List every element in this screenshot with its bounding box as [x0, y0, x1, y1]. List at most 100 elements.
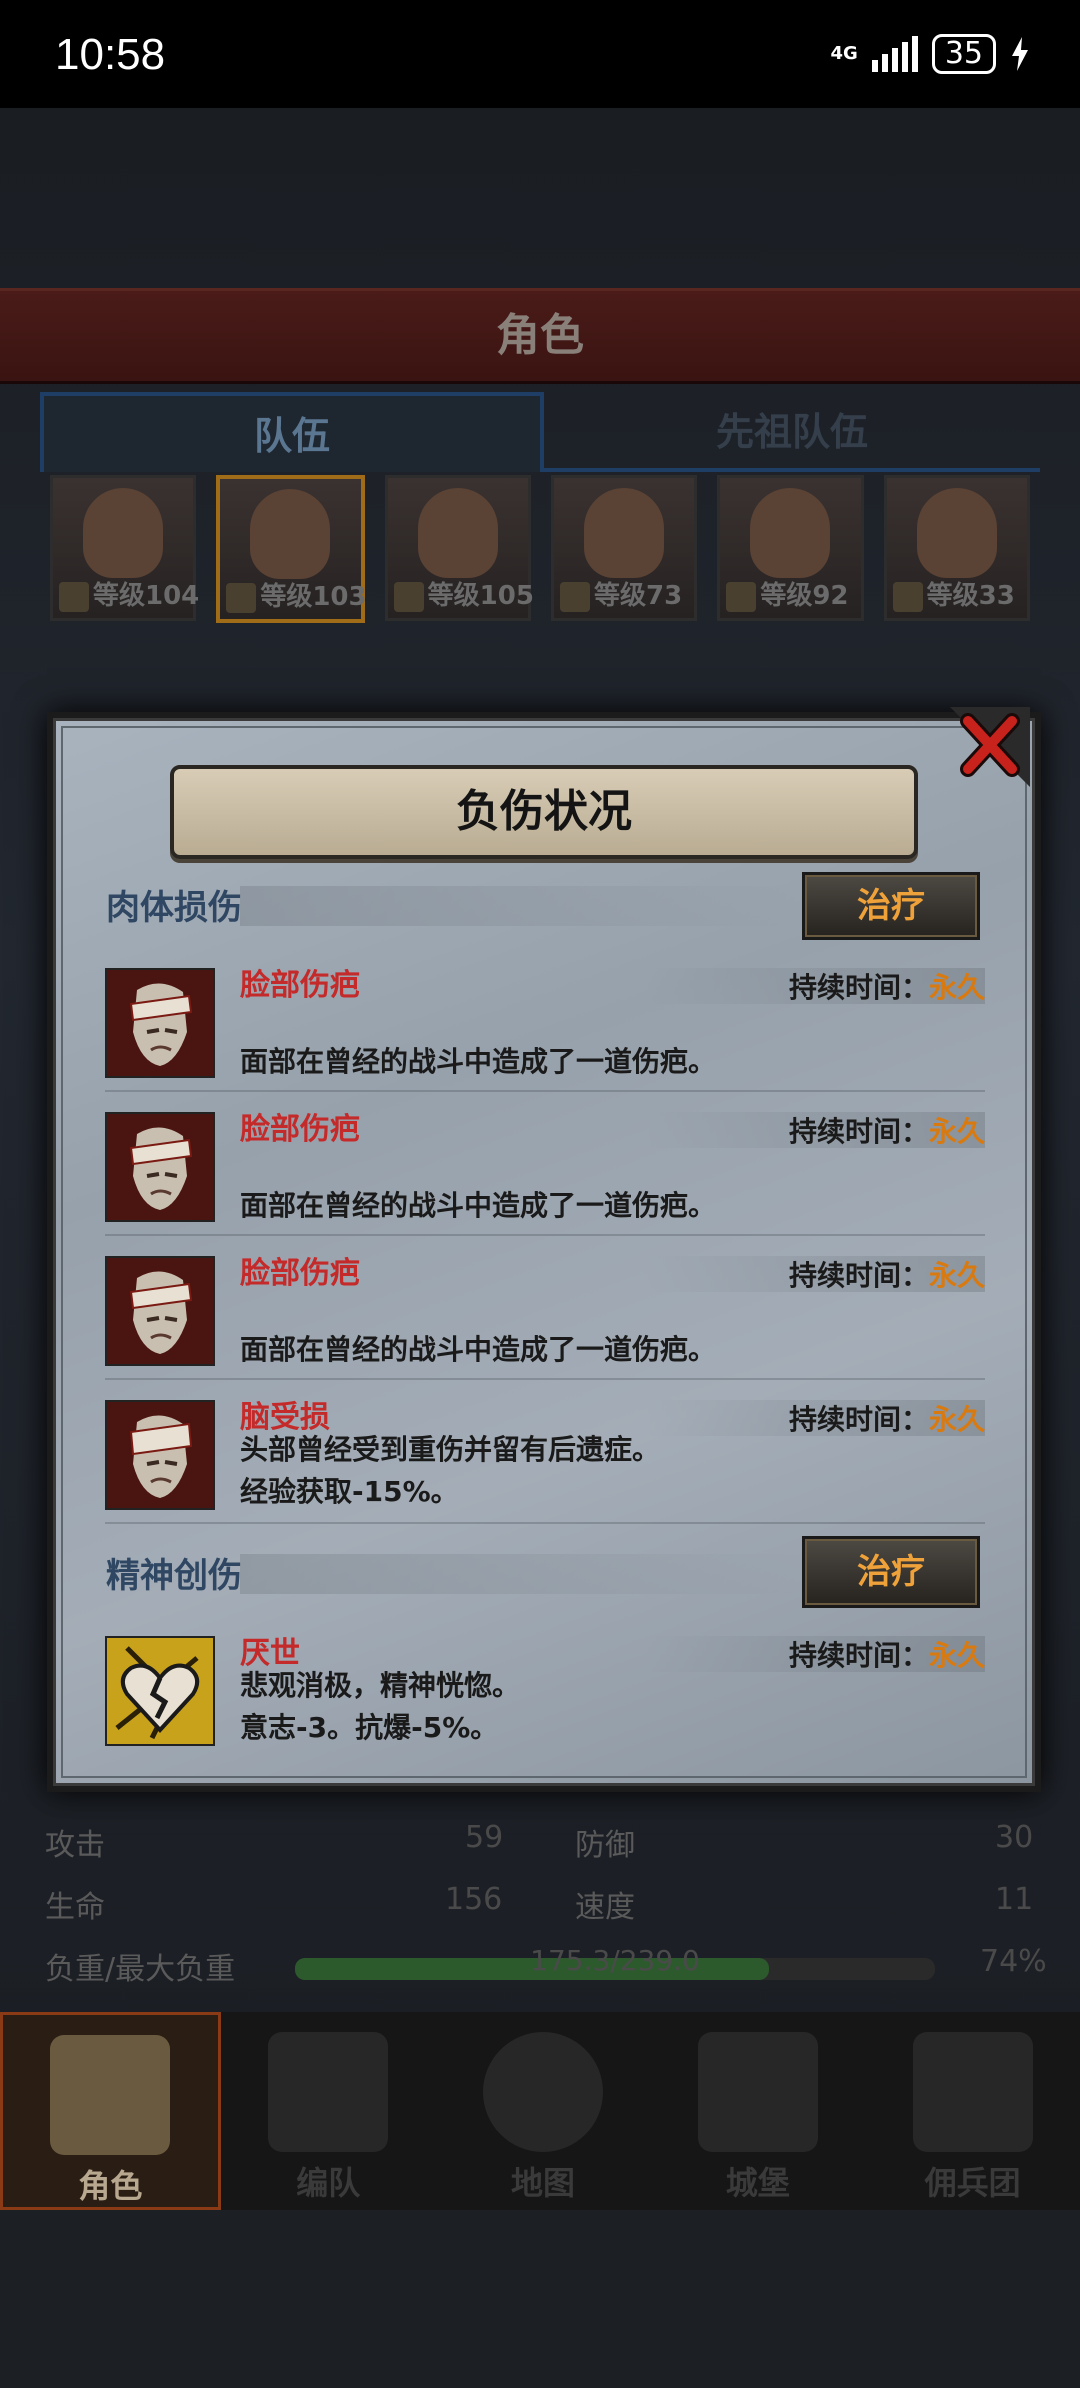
hp-label: 生命	[45, 1890, 105, 1925]
stat-row: 攻击 59 防御 30	[45, 1820, 1045, 1882]
nav-mercenary[interactable]: 佣兵团	[865, 2012, 1080, 2210]
duration-value: 永久	[928, 1403, 985, 1436]
duration-label: 持续时间：	[788, 1259, 929, 1292]
heal-physical-button[interactable]: 治疗	[802, 872, 980, 940]
hero-level: 等级33	[926, 581, 1015, 611]
hero-portrait	[250, 489, 331, 579]
dialog-title: 负伤状况	[170, 765, 918, 859]
tab-team[interactable]: 队伍	[40, 392, 544, 472]
nav-label: 地图	[510, 2164, 575, 2202]
broken-heart-icon	[105, 1636, 215, 1746]
duration: 持续时间：永久	[789, 1110, 985, 1150]
hero-level: 等级105	[427, 581, 534, 611]
scarred-face-icon	[105, 968, 215, 1078]
hero-level: 等级104	[93, 581, 200, 611]
injury-description: 面部在曾经的战斗中造成了一道伤疤。	[240, 1045, 717, 1078]
speed-value: 11	[995, 1882, 1034, 1917]
hero-portrait	[750, 488, 831, 578]
hero-portrait	[583, 488, 664, 578]
duration-value: 永久	[928, 1639, 985, 1672]
class-icon	[393, 582, 424, 612]
status-icons: 4G 35	[831, 34, 1031, 74]
class-icon	[726, 582, 757, 612]
load-percent: 74%	[980, 1944, 1047, 1979]
status-time: 10:58	[55, 30, 166, 79]
defense-label: 防御	[575, 1828, 635, 1863]
hero-card-selected[interactable]: 等级103	[216, 475, 367, 623]
injury-item: 脸部伤疤 持续时间：永久 面部在曾经的战斗中造成了一道伤疤。	[105, 960, 985, 1092]
duration: 持续时间：永久	[789, 1398, 985, 1438]
hero-level: 等级73	[593, 581, 683, 611]
duration-label: 持续时间：	[788, 1639, 929, 1672]
load-value: 175.3/239.0	[530, 1944, 700, 1977]
heal-mental-button[interactable]: 治疗	[802, 1536, 980, 1608]
class-icon	[59, 582, 89, 612]
nav-label: 佣兵团	[924, 2164, 1021, 2202]
injury-item: 脑受损 持续时间：永久 头部曾经受到重伤并留有后遗症。 经验获取-15%。	[105, 1392, 985, 1524]
bandaged-head-icon	[105, 1400, 215, 1510]
injury-item: 脸部伤疤 持续时间：永久 面部在曾经的战斗中造成了一道伤疤。	[105, 1104, 985, 1236]
injury-item: 厌世 持续时间：永久 悲观消极，精神恍惚。 意志-3。抗爆-5%。	[105, 1628, 985, 1758]
injury-item: 脸部伤疤 持续时间：永久 面部在曾经的战斗中造成了一道伤疤。	[105, 1248, 985, 1380]
class-icon	[892, 582, 923, 612]
helmet-icon	[268, 2032, 389, 2152]
duration: 持续时间：永久	[789, 1634, 985, 1674]
hp-value: 156	[445, 1882, 503, 1917]
section-strip	[240, 886, 800, 926]
tab-ancestor-team[interactable]: 先祖队伍	[544, 392, 1040, 472]
battery-icon: 35	[931, 34, 996, 74]
hero-card[interactable]: 等级92	[717, 475, 864, 621]
class-icon	[559, 582, 590, 612]
stat-row: 生命 156 速度 11	[45, 1882, 1045, 1944]
network-label: 4G	[830, 43, 858, 64]
nav-label: 角色	[78, 2167, 143, 2205]
class-icon	[226, 583, 257, 613]
injury-description: 头部曾经受到重伤并留有后遗症。	[240, 1433, 661, 1466]
team-tabs: 队伍 先祖队伍	[40, 392, 1040, 472]
speed-label: 速度	[575, 1890, 635, 1925]
compass-icon	[482, 2032, 603, 2152]
load-label: 负重/最大负重	[45, 1952, 236, 1987]
nav-formation[interactable]: 编队	[221, 2012, 436, 2210]
close-icon[interactable]	[950, 707, 1030, 787]
ship-icon	[912, 2032, 1033, 2152]
injury-description: 悲观消极，精神恍惚。	[240, 1669, 521, 1702]
stats-panel: 攻击 59 防御 30 生命 156 速度 11 负重/最大负重 175.3/2…	[45, 1820, 1047, 2006]
section-title: 肉体损伤	[106, 888, 242, 928]
injury-effect: 经验获取-15%。	[240, 1475, 459, 1508]
stat-row: 负重/最大负重 175.3/239.0 74%	[45, 1944, 1047, 2006]
attack-value: 59	[465, 1820, 504, 1855]
screen-bottom	[0, 2210, 1080, 2388]
duration-value: 永久	[928, 1115, 985, 1148]
duration-label: 持续时间：	[788, 971, 929, 1004]
duration-label: 持续时间：	[788, 1115, 929, 1148]
section-strip	[240, 1554, 800, 1594]
bottom-nav: 角色 编队 地图 城堡 佣兵团	[0, 2012, 1080, 2210]
duration-label: 持续时间：	[788, 1403, 929, 1436]
injury-name: 脸部伤疤	[240, 1256, 360, 1291]
status-bar: 10:58 4G 35	[0, 0, 1080, 108]
injury-description: 面部在曾经的战斗中造成了一道伤疤。	[240, 1333, 717, 1366]
defense-value: 30	[995, 1820, 1034, 1855]
nav-label: 城堡	[725, 2164, 790, 2202]
nav-castle[interactable]: 城堡	[650, 2012, 865, 2210]
hero-portrait	[916, 488, 997, 578]
injury-name: 脸部伤疤	[240, 968, 360, 1003]
scarred-face-icon	[105, 1256, 215, 1366]
hero-card[interactable]: 等级73	[550, 475, 698, 621]
screen-title: 角色	[0, 288, 1080, 384]
hero-portrait	[417, 488, 498, 578]
nav-label: 编队	[296, 2164, 361, 2202]
hero-card[interactable]: 等级105	[384, 475, 534, 621]
nav-character[interactable]: 角色	[0, 2012, 221, 2210]
hero-level: 等级92	[760, 581, 849, 611]
hero-list: 等级104 等级103 等级105 等级73 等级92 等级33	[50, 475, 1030, 623]
nav-map[interactable]: 地图	[436, 2012, 651, 2210]
hero-card[interactable]: 等级33	[883, 475, 1030, 621]
duration-value: 永久	[928, 1259, 985, 1292]
injury-description: 面部在曾经的战斗中造成了一道伤疤。	[240, 1189, 717, 1222]
charging-icon	[1012, 37, 1028, 71]
hero-card[interactable]: 等级104	[50, 475, 200, 621]
duration-value: 永久	[928, 971, 985, 1004]
attack-label: 攻击	[45, 1828, 105, 1863]
